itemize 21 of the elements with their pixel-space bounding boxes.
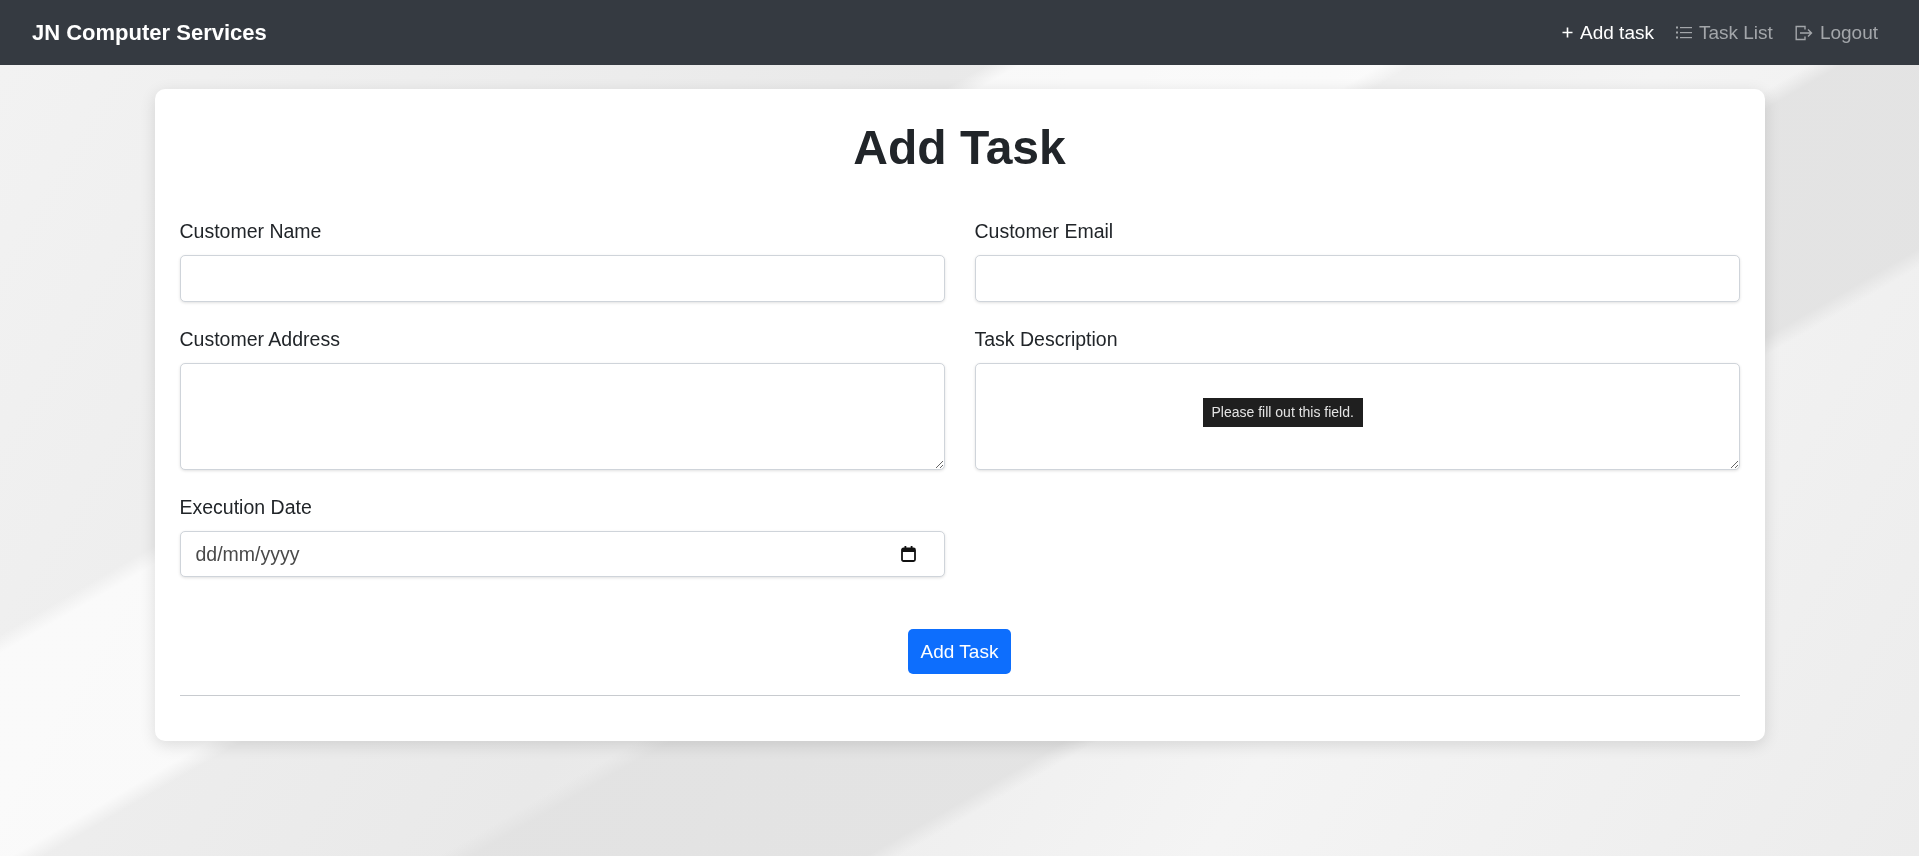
calendar-icon[interactable] xyxy=(900,546,916,562)
field-label: Customer Name xyxy=(179,219,322,244)
nav-link[interactable]: Logout xyxy=(1794,21,1878,44)
field-label: Customer Email xyxy=(974,219,1114,244)
form-title: Add Task xyxy=(852,120,1067,176)
field-label: Execution Date xyxy=(179,495,312,520)
validation-tooltip: Please fill out this field. xyxy=(1202,398,1363,427)
submit-button[interactable]: Add Task xyxy=(907,629,1012,674)
textarea-field[interactable] xyxy=(179,363,945,470)
textarea-field[interactable] xyxy=(974,363,1740,470)
field-label: Customer Address xyxy=(179,327,340,352)
text-input[interactable] xyxy=(179,255,945,302)
list-icon xyxy=(1675,26,1692,39)
nav-link[interactable]: Task List xyxy=(1675,21,1773,44)
plus-icon xyxy=(1562,27,1573,38)
box-arrow-icon xyxy=(1794,24,1813,41)
brand-link[interactable]: JN Computer Services xyxy=(32,19,267,46)
date-input[interactable]: dd/mm/yyyy xyxy=(179,531,945,577)
nav-link[interactable]: Add task xyxy=(1562,21,1654,44)
text-input[interactable] xyxy=(974,255,1740,302)
field-label: Task Description xyxy=(974,327,1118,352)
